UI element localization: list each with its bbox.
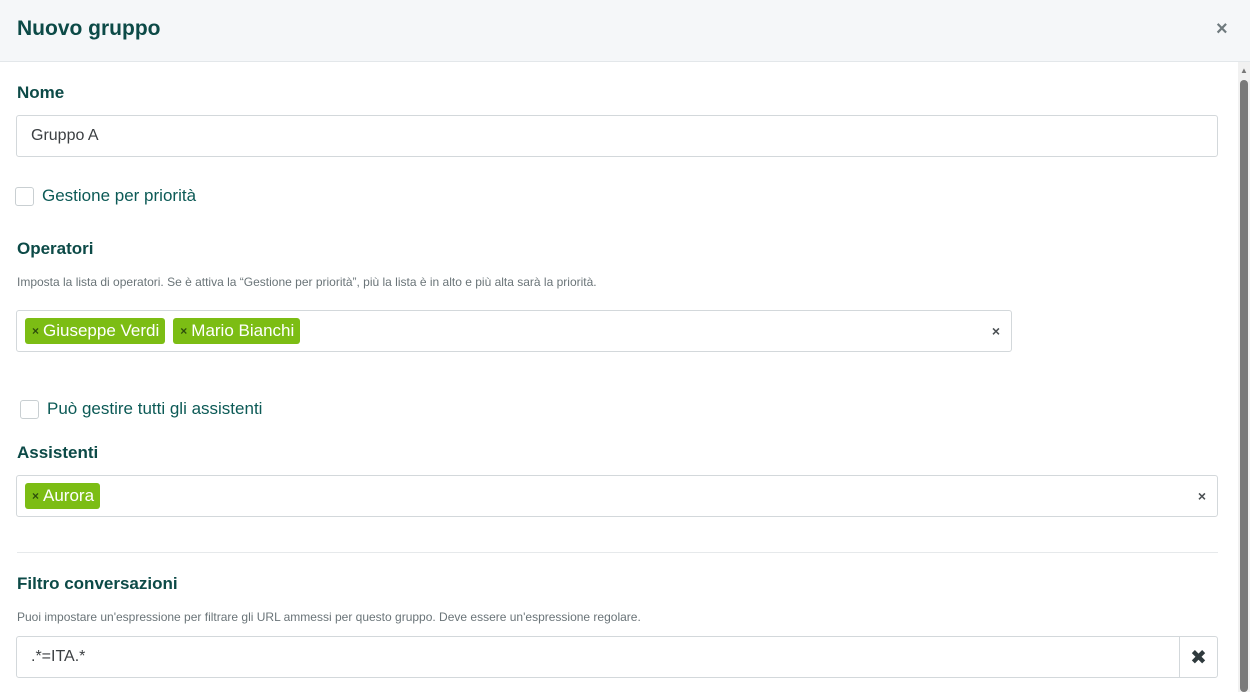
all-assistants-checkbox-label: Può gestire tutti gli assistenti (47, 399, 263, 418)
operators-help: Imposta la lista di operatori. Se è atti… (17, 275, 597, 289)
assistants-select[interactable]: × Aurora × (16, 475, 1218, 517)
name-input[interactable]: Gruppo A (16, 115, 1218, 157)
all-assistants-checkbox-row[interactable]: Può gestire tutti gli assistenti (20, 399, 262, 419)
scroll-up-icon[interactable]: ▲ (1238, 64, 1250, 76)
operators-label: Operatori (17, 239, 94, 258)
operator-tag: × Giuseppe Verdi (25, 318, 166, 344)
operators-select[interactable]: × Giuseppe Verdi × Mario Bianchi × (16, 310, 1012, 352)
priority-checkbox-row[interactable]: Gestione per priorità (15, 186, 196, 206)
tag-remove-icon[interactable]: × (180, 324, 187, 338)
tag-label: Aurora (43, 486, 95, 505)
assistant-tag: × Aurora (25, 483, 101, 509)
dialog-header: Nuovo gruppo × (0, 0, 1250, 62)
filter-help: Puoi impostare un'espressione per filtra… (17, 610, 641, 624)
filter-label: Filtro conversazioni (17, 574, 178, 593)
clear-selection-icon[interactable]: × (1198, 488, 1206, 504)
clear-filter-icon: ✖ (1190, 646, 1207, 669)
name-label: Nome (17, 83, 65, 102)
close-icon[interactable]: × (1216, 18, 1228, 41)
priority-checkbox[interactable] (15, 186, 34, 206)
section-divider (17, 552, 1218, 553)
clear-selection-icon[interactable]: × (992, 323, 1000, 339)
tag-remove-icon[interactable]: × (32, 324, 39, 338)
operator-tag: × Mario Bianchi (173, 318, 301, 344)
tag-remove-icon[interactable]: × (32, 489, 39, 503)
priority-checkbox-label: Gestione per priorità (42, 186, 197, 205)
tag-label: Mario Bianchi (191, 321, 295, 340)
scrollbar-thumb[interactable] (1240, 80, 1248, 692)
filter-input[interactable]: .*=ITA.* (16, 636, 1180, 678)
clear-filter-button[interactable]: ✖ (1179, 636, 1218, 678)
tag-label: Giuseppe Verdi (43, 321, 160, 340)
assistants-label: Assistenti (17, 443, 99, 462)
dialog-title: Nuovo gruppo (17, 17, 161, 40)
all-assistants-checkbox[interactable] (20, 399, 39, 419)
